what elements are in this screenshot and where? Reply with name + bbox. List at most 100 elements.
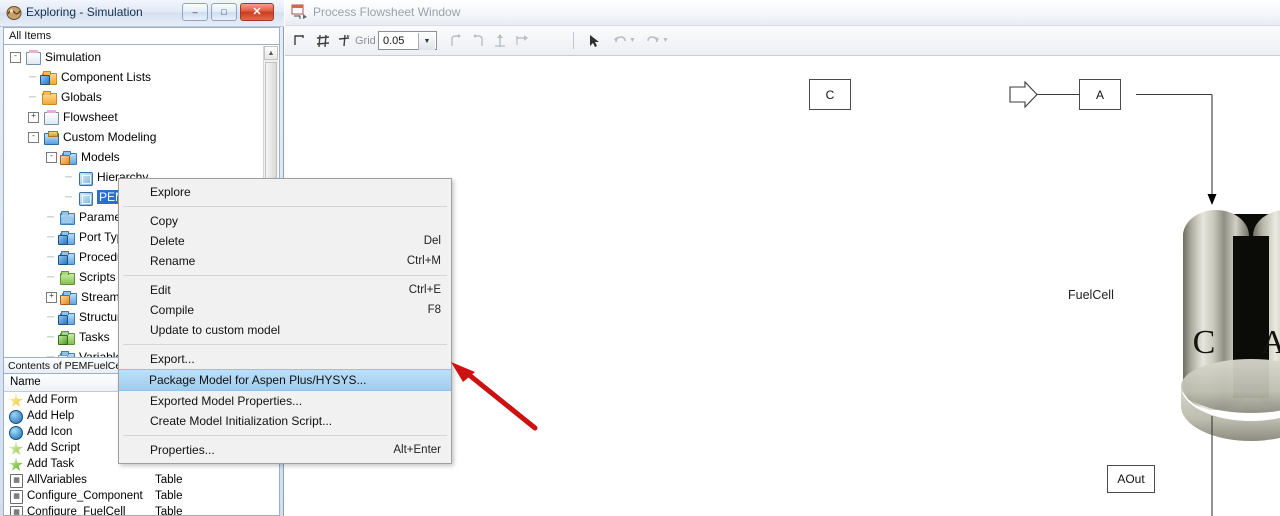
- rotate-left-icon[interactable]: [445, 30, 466, 51]
- aspen-explorer-icon: [6, 5, 22, 21]
- menu-item-shortcut: F8: [427, 304, 441, 316]
- flip-horizontal-icon[interactable]: [511, 30, 532, 51]
- chevron-down-icon[interactable]: ▼: [418, 33, 435, 50]
- stream-types-icon: [60, 290, 77, 305]
- explorer-title: Exploring - Simulation: [26, 5, 143, 19]
- all-items-bar: All Items: [3, 27, 280, 44]
- tree-item-label: Flowsheet: [63, 110, 118, 124]
- menu-item-rename[interactable]: Rename Ctrl+M: [119, 251, 451, 271]
- structures-icon: [58, 310, 75, 325]
- menu-item-delete[interactable]: Delete Del: [119, 231, 451, 251]
- align-icon[interactable]: [333, 30, 354, 51]
- contents-tab[interactable]: Contents of PEMFuelCell: [3, 357, 126, 373]
- undo-dropdown-icon[interactable]: ▼: [627, 30, 638, 51]
- table-icon: ▦: [8, 473, 23, 488]
- menu-item-package-model-for-aspen-plus-hysys[interactable]: Package Model for Aspen Plus/HYSYS...: [119, 369, 451, 391]
- tree-item-custom-modeling[interactable]: - Custom Modeling: [4, 127, 262, 147]
- tree-expander[interactable]: -: [28, 131, 39, 143]
- redo-dropdown-icon[interactable]: ▼: [660, 30, 671, 51]
- flowsheet-titlebar[interactable]: Process Flowsheet Window: [285, 0, 1280, 26]
- flowsheet-window-icon: [291, 4, 308, 20]
- tree-expander[interactable]: +: [28, 111, 39, 123]
- grid-size-value: 0.05: [383, 35, 405, 47]
- menu-item-export[interactable]: Export...: [119, 349, 451, 369]
- tree-expander[interactable]: +: [46, 291, 57, 303]
- menu-item-label: Rename: [150, 254, 196, 268]
- menu-item-copy[interactable]: Copy: [119, 211, 451, 231]
- tree-item-label: Tasks: [79, 330, 110, 344]
- menu-item-create-model-initialization-script[interactable]: Create Model Initialization Script...: [119, 411, 451, 431]
- rotate-right-icon[interactable]: [467, 30, 488, 51]
- menu-item-properties[interactable]: Properties... Alt+Enter: [119, 440, 451, 460]
- tree-item-label: Globals: [61, 90, 102, 104]
- flowsheet-icon: [43, 109, 59, 125]
- tree-item-models[interactable]: - Models: [4, 147, 262, 167]
- tree-guide: ─: [46, 271, 55, 283]
- menu-item-label: Delete: [150, 234, 185, 248]
- list-item[interactable]: ▦ Configure_FuelCell Table: [4, 504, 279, 515]
- menu-separator: [123, 275, 447, 276]
- menu-item-label: Package Model for Aspen Plus/HYSYS...: [149, 373, 367, 387]
- port-aout[interactable]: AOut: [1107, 465, 1155, 493]
- menu-item-label: Create Model Initialization Script...: [150, 414, 333, 428]
- grid-label: Grid: [355, 35, 376, 47]
- parameters-icon: [59, 210, 75, 225]
- menu-item-label: Compile: [150, 303, 195, 317]
- explorer-titlebar[interactable]: Exploring - Simulation – □ ✕: [0, 0, 284, 27]
- scripts-icon: [59, 270, 75, 285]
- menu-item-update-to-custom-model[interactable]: Update to custom model: [119, 320, 451, 340]
- tree-item-flowsheet[interactable]: + Flowsheet: [4, 107, 262, 127]
- list-item[interactable]: ▦ AllVariables Table: [4, 472, 279, 488]
- flowsheet-toolbar[interactable]: Grid 0.05 ▼ ▼ ▼: [285, 26, 1280, 56]
- menu-item-edit[interactable]: Edit Ctrl+E: [119, 280, 451, 300]
- column-header-name[interactable]: Name: [10, 376, 41, 388]
- grid-size-combobox[interactable]: 0.05 ▼: [378, 31, 437, 50]
- menu-item-explore[interactable]: Explore: [119, 182, 451, 202]
- add-help-icon: [8, 409, 23, 424]
- tree-item-component-lists[interactable]: ─ Component Lists: [4, 67, 262, 87]
- tree-item-label: Component Lists: [61, 70, 152, 84]
- list-item[interactable]: ▦ Configure_Component Table: [4, 488, 279, 504]
- tree-guide: ─: [46, 211, 55, 223]
- anode-letter: A: [1261, 324, 1280, 361]
- snap-to-grid-icon[interactable]: [312, 30, 333, 51]
- show-origin-icon[interactable]: [289, 30, 310, 51]
- component-lists-icon: [40, 70, 57, 85]
- menu-item-label: Explore: [150, 185, 191, 199]
- menu-item-label: Edit: [150, 283, 171, 297]
- tree-guide: ─: [46, 251, 55, 263]
- maximize-button[interactable]: □: [211, 3, 237, 21]
- list-item-name: Configure_Component: [27, 490, 143, 502]
- port-c[interactable]: C: [809, 79, 851, 110]
- add-script-icon: [8, 441, 23, 455]
- scroll-up-icon[interactable]: ▲: [264, 46, 278, 60]
- tree-guide: ─: [46, 331, 55, 343]
- minimize-icon: –: [192, 6, 198, 17]
- flip-vertical-icon[interactable]: [489, 30, 510, 51]
- port-a[interactable]: A: [1079, 79, 1121, 110]
- menu-item-shortcut: Del: [423, 235, 441, 247]
- tree-item-label: Models: [81, 150, 120, 164]
- tree-item-globals[interactable]: ─ Globals: [4, 87, 262, 107]
- minimize-button[interactable]: –: [182, 3, 208, 21]
- menu-item-label: Properties...: [150, 443, 215, 457]
- tree-guide: ─: [64, 191, 73, 203]
- fuelcell-block-label[interactable]: FuelCell: [1068, 288, 1114, 302]
- menu-item-exported-model-properties[interactable]: Exported Model Properties...: [119, 391, 451, 411]
- globals-folder-icon: [41, 90, 57, 105]
- tree-item-label: Simulation: [45, 50, 102, 64]
- tree-expander[interactable]: -: [46, 151, 57, 163]
- model-cube-icon: [77, 170, 93, 186]
- menu-item-compile[interactable]: Compile F8: [119, 300, 451, 320]
- tree-expander[interactable]: -: [10, 51, 21, 63]
- menu-separator: [123, 206, 447, 207]
- tasks-icon: [58, 330, 75, 345]
- tree-item-simulation[interactable]: - Simulation: [4, 47, 262, 67]
- table-icon: ▦: [8, 505, 23, 515]
- close-button[interactable]: ✕: [240, 3, 274, 21]
- context-menu[interactable]: Explore Copy Delete Del Rename Ctrl+M Edit Ctrl…: [118, 178, 452, 464]
- model-cube-icon: [77, 190, 93, 206]
- select-pointer-icon[interactable]: [583, 30, 604, 51]
- fuelcell-stack-icon: C A: [1181, 210, 1280, 441]
- tree-guide: ─: [46, 231, 55, 243]
